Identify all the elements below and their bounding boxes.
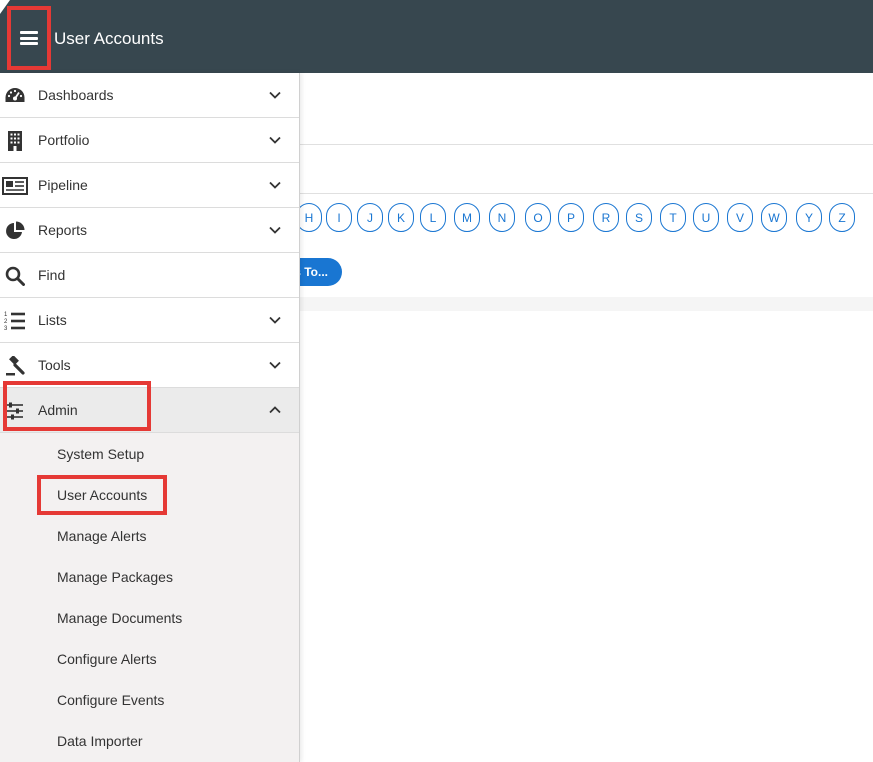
chevron-down-icon	[269, 91, 281, 99]
letter-filter-r[interactable]: R	[593, 203, 619, 232]
sidebar-item-lists[interactable]: 123 Lists	[0, 298, 299, 343]
letter-filter-z[interactable]: Z	[829, 203, 855, 232]
sidebar-item-label: Dashboards	[38, 87, 114, 103]
submenu-item-manage-packages[interactable]: Manage Packages	[57, 569, 173, 585]
sidebar-item-reports[interactable]: Reports	[0, 208, 299, 253]
chevron-up-icon	[269, 406, 281, 414]
sidebar-item-label: Tools	[38, 357, 71, 373]
letter-filter-u[interactable]: U	[693, 203, 719, 232]
page-title: User Accounts	[54, 29, 164, 48]
chevron-down-icon	[269, 136, 281, 144]
chevron-down-icon	[269, 181, 281, 189]
dashboard-gauge-icon	[4, 85, 26, 107]
sidebar-item-admin[interactable]: Admin	[0, 388, 299, 433]
svg-text:3: 3	[4, 326, 8, 332]
letter-filter-y[interactable]: Y	[796, 203, 822, 232]
hamburger-menu-button[interactable]	[7, 6, 51, 70]
gavel-icon	[4, 355, 26, 377]
letter-filter-o[interactable]: O	[525, 203, 551, 232]
app: User Accounts HIJKLMNOPRSTUVWYZ s To... …	[0, 0, 873, 762]
sidebar-item-label: Lists	[38, 312, 67, 328]
sidebar-item-label: Pipeline	[38, 177, 88, 193]
letter-filter-v[interactable]: V	[727, 203, 753, 232]
letter-filter-j[interactable]: J	[357, 203, 383, 232]
submenu-item-configure-alerts[interactable]: Configure Alerts	[57, 651, 157, 667]
letter-filter-w[interactable]: W	[761, 203, 787, 232]
letter-filter-l[interactable]: L	[420, 203, 446, 232]
hamburger-menu-icon	[20, 31, 38, 45]
sidebar-item-portfolio[interactable]: Portfolio	[0, 118, 299, 163]
sidebar-item-label: Find	[38, 267, 66, 283]
content-band	[299, 297, 873, 311]
submenu-item-system-setup[interactable]: System Setup	[57, 446, 144, 462]
letter-filter-k[interactable]: K	[388, 203, 414, 232]
submenu-item-data-importer[interactable]: Data Importer	[57, 733, 143, 749]
submenu-item-configure-events[interactable]: Configure Events	[57, 692, 164, 708]
letter-filter-t[interactable]: T	[660, 203, 686, 232]
sidebar-item-tools[interactable]: Tools	[0, 343, 299, 388]
mouse-cursor-icon	[0, 0, 10, 14]
sliders-icon	[4, 400, 26, 422]
search-icon	[4, 265, 26, 287]
chevron-down-icon	[269, 316, 281, 324]
letter-filter-n[interactable]: N	[489, 203, 515, 232]
letter-filter-i[interactable]: I	[326, 203, 352, 232]
sidebar-item-label: Portfolio	[38, 132, 90, 148]
letter-filter-s[interactable]: S	[626, 203, 652, 232]
submenu-item-user-accounts[interactable]: User Accounts	[57, 487, 147, 503]
sidebar-item-label: Reports	[38, 222, 88, 238]
sidebar-item-label: Admin	[38, 402, 78, 418]
svg-text:2: 2	[4, 319, 8, 325]
top-bar: User Accounts	[0, 0, 873, 73]
svg-text:1: 1	[4, 312, 8, 318]
building-icon	[4, 130, 26, 152]
submenu-item-manage-alerts[interactable]: Manage Alerts	[57, 528, 147, 544]
pie-chart-icon	[4, 220, 26, 242]
sidebar-item-find[interactable]: Find	[0, 253, 299, 298]
numbered-list-icon: 123	[4, 310, 26, 332]
chevron-down-icon	[269, 226, 281, 234]
sidebar-item-pipeline[interactable]: Pipeline	[0, 163, 299, 208]
admin-submenu: System Setup User Accounts Manage Alerts…	[0, 433, 299, 762]
content-divider	[299, 144, 873, 145]
sidebar-item-dashboards[interactable]: Dashboards	[0, 73, 299, 118]
content-divider	[299, 193, 873, 194]
letter-filter-m[interactable]: M	[454, 203, 480, 232]
newspaper-icon	[2, 175, 28, 197]
letter-filter-p[interactable]: P	[558, 203, 584, 232]
submenu-item-manage-documents[interactable]: Manage Documents	[57, 610, 182, 626]
chevron-down-icon	[269, 361, 281, 369]
sidebar-nav: Dashboards Portfolio Pipeline Reports Fi…	[0, 73, 300, 762]
